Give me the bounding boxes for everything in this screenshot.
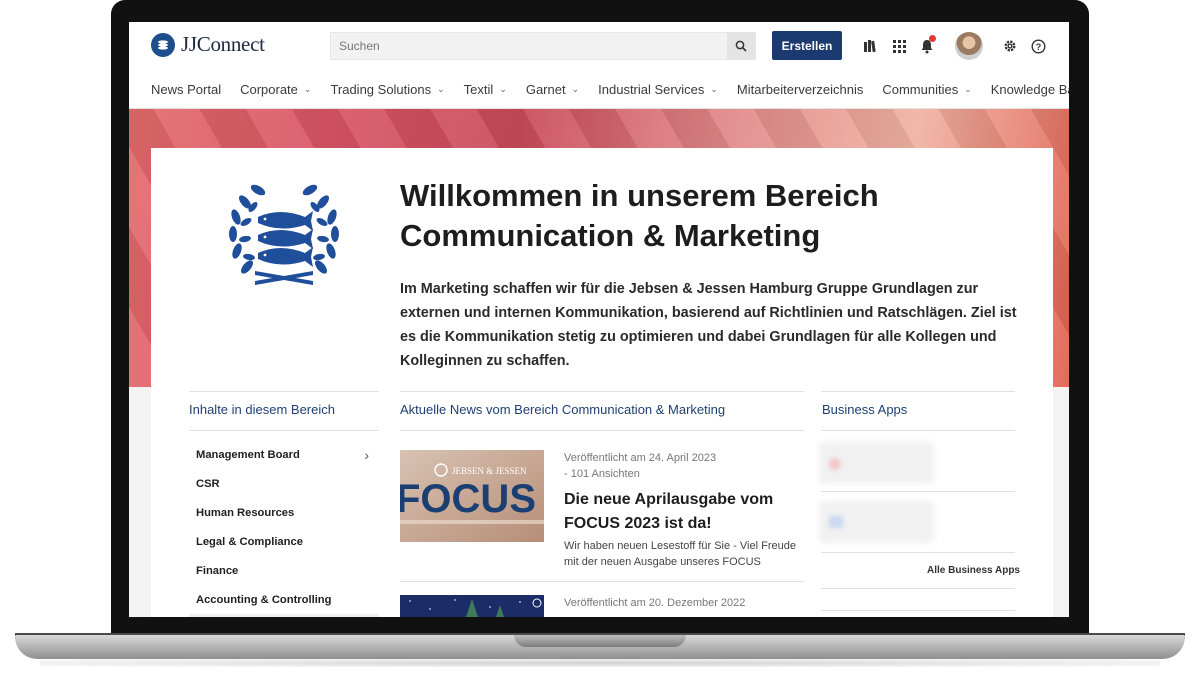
news-thumbnail-focus[interactable]: JEBSEN & JESSEN FOCUS [400,450,544,542]
library-icon[interactable] [861,37,879,55]
laptop-notch [514,635,686,647]
screen: JJConnect Erstellen ? News Portal Co [129,22,1069,617]
business-app-icon [829,458,841,470]
search-box [330,32,756,60]
news-title[interactable]: Die neue Aprilausgabe vom FOCUS 2023 ist… [564,488,794,536]
sidebar-scroll-hint [189,614,379,617]
divider [821,391,1015,392]
search-button[interactable] [727,33,755,59]
apps-grid-icon[interactable] [890,37,908,55]
chevron-right-icon: › [364,446,369,463]
divider [821,610,1015,611]
main-navigation: News Portal Corporate ⌄ Trading Solutions… [151,82,1069,97]
sidebar-title: Inhalte in diesem Bereich [189,402,335,417]
company-crest-icon [229,182,339,285]
logo-text: JJConnect [181,32,265,56]
top-header: JJConnect Erstellen ? News Portal Co [129,22,1069,109]
settings-gear-icon[interactable] [1001,37,1019,55]
nav-item-corporate[interactable]: Corporate ⌄ [240,82,311,97]
news-meta: Veröffentlicht am 24. April 2023 - 101 A… [564,452,717,480]
logo-emblem-icon [151,32,175,57]
nav-item-mitarbeiterverzeichnis[interactable]: Mitarbeiterverzeichnis [737,82,863,97]
news-meta: Veröffentlicht am 20. Dezember 2022 [564,597,746,609]
thumb-focus-text: FOCUS [400,477,536,521]
divider [400,581,804,582]
nav-item-textil[interactable]: Textil ⌄ [464,82,507,97]
chevron-down-icon: ⌄ [437,84,445,94]
search-icon [735,40,747,52]
all-business-apps-link[interactable]: Alle Business Apps [927,565,1020,576]
nav-item-garnet[interactable]: Garnet ⌄ [526,82,579,97]
chevron-down-icon: ⌄ [710,84,718,94]
nav-item-news-portal[interactable]: News Portal [151,82,221,97]
intro-text: Im Marketing schaffen wir für die Jebsen… [400,281,1017,369]
nav-item-industrial-services[interactable]: Industrial Services ⌄ [598,82,718,97]
create-button[interactable]: Erstellen [772,31,842,60]
chevron-down-icon: ⌄ [571,84,580,94]
divider [400,391,804,392]
chevron-down-icon: ⌄ [303,84,312,94]
help-icon[interactable]: ? [1029,37,1047,55]
divider [821,552,1015,553]
chevron-down-icon: ⌄ [499,84,507,94]
divider [821,430,1015,431]
page-title: Willkommen in unserem Bereich Communicat… [400,178,879,253]
divider [821,491,1015,492]
laptop-shadow [40,659,1160,667]
nav-item-communities[interactable]: Communities ⌄ [882,82,971,97]
divider [189,430,379,431]
sidebar-item-management-board[interactable]: Management Board › [189,440,379,469]
sidebar-item-legal-compliance[interactable]: Legal & Compliance [189,527,379,556]
svg-text:?: ? [1035,42,1041,52]
sidebar-list: Management Board › CSR Human Resources Le… [189,440,379,617]
news-excerpt: Wir haben neuen Lesestoff für Sie - Viel… [564,540,796,568]
business-apps-title: Business Apps [822,402,908,417]
sidebar-item-finance[interactable]: Finance [189,556,379,585]
divider [821,588,1015,589]
search-input[interactable] [331,33,727,59]
business-app-icon [829,516,843,528]
divider [400,430,804,431]
notification-badge [929,35,936,42]
user-avatar[interactable] [955,32,983,60]
news-section-title: Aktuelle News vom Bereich Communication … [400,402,726,417]
nav-item-trading-solutions[interactable]: Trading Solutions ⌄ [330,82,444,97]
logo[interactable]: JJConnect [151,32,265,57]
sidebar-item-accounting-controlling[interactable]: Accounting & Controlling [189,585,379,614]
thumb-brand-text: JEBSEN & JESSEN [452,466,527,476]
divider [189,391,379,392]
news-thumbnail-christmas[interactable] [400,595,544,617]
sidebar-item-human-resources[interactable]: Human Resources [189,498,379,527]
nav-item-knowledge-base[interactable]: Knowledge Base⌄ [991,82,1069,97]
sidebar-item-csr[interactable]: CSR [189,469,379,498]
chevron-down-icon: ⌄ [964,84,972,94]
